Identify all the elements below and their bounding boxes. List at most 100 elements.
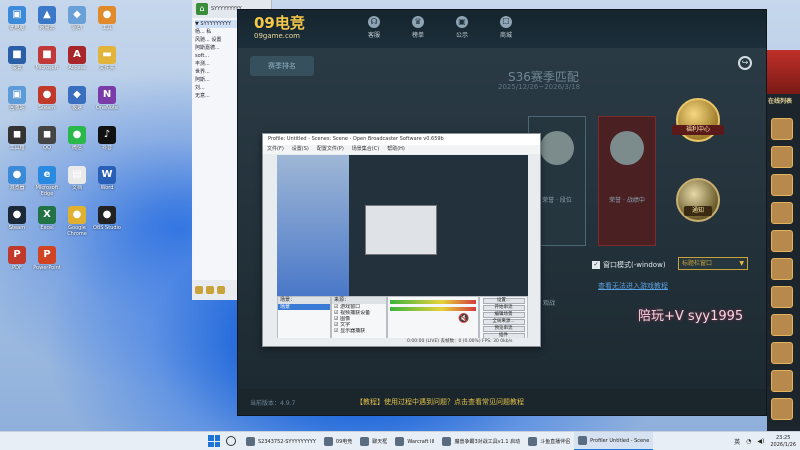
obs-scene-item[interactable]: 场景 <box>278 304 330 310</box>
windows-start-icon[interactable] <box>208 435 220 447</box>
taskbar-app[interactable]: 斗鱼直播伴侣 <box>524 432 574 450</box>
desktop-shortcut[interactable]: P PowerPoint <box>32 244 62 282</box>
online-user-avatar[interactable] <box>771 258 793 280</box>
obs-sources-panel: 来源： ☑ 游戏窗口 ☑ 视频捕获设备 ☑ 图像 ☑ 文字 ☑ 显示器捕获 <box>331 296 387 340</box>
app-icon <box>246 437 255 446</box>
app-icon: ● <box>68 126 86 144</box>
desktop-shortcut[interactable]: ◆ 极速 <box>62 84 92 122</box>
home-icon[interactable]: ⌂ <box>196 3 208 15</box>
taskbar-clock[interactable]: 23:25 2026/1/26 <box>770 435 796 449</box>
desktop-shortcut[interactable]: ▬ 文件夹 <box>92 44 122 82</box>
welfare-center-icon[interactable] <box>676 98 720 142</box>
app-icon: ◼ <box>38 126 56 144</box>
obs-menu-item[interactable]: 场景集合(C) <box>352 145 379 154</box>
desktop-shortcut[interactable]: ■ 设置 <box>2 44 32 82</box>
desktop-shortcut-label: 驱动 <box>71 25 82 31</box>
obs-button[interactable]: 开始串流 <box>482 305 525 311</box>
obs-source-item[interactable]: ☑ 显示器捕获 <box>332 328 386 334</box>
obs-menu-item[interactable]: 文件(F) <box>267 145 284 154</box>
desktop-shortcut[interactable]: A Access <box>62 44 92 82</box>
desktop-shortcut[interactable]: ◆ 驱动 <box>62 4 92 42</box>
desktop-shortcut[interactable]: W Word <box>92 164 122 202</box>
desktop-shortcut[interactable]: ● 工具 <box>92 4 122 42</box>
source-checkbox[interactable]: ☑ <box>334 328 338 334</box>
nav-notice[interactable]: ▣ 公示 <box>446 14 478 39</box>
window-style-select[interactable]: 标题栏窗口 ▼ <box>678 257 748 270</box>
obs-button[interactable]: 设置... <box>482 298 525 304</box>
desktop-shortcut[interactable]: P PDF <box>2 244 32 282</box>
welfare-center-label[interactable]: 福利中心 <box>672 125 724 135</box>
online-user-avatar[interactable] <box>771 146 793 168</box>
obs-button[interactable]: 编辑场景 <box>482 312 525 318</box>
taskbar-app[interactable]: S2343752-SYYYYYYYYY <box>242 432 320 450</box>
search-icon[interactable] <box>226 436 236 446</box>
taskbar-app[interactable]: Profiler Untitled - Scene <box>574 432 654 450</box>
desktop-shortcut[interactable]: ▣ 回收站 <box>2 84 32 122</box>
desktop-shortcut[interactable]: ● Steam <box>32 84 62 122</box>
desktop-shortcut[interactable]: ● OBS Studio <box>92 204 122 242</box>
nav-trophy[interactable]: ♛ 榜单 <box>402 14 434 39</box>
desktop-shortcut-label: Google Chrome <box>67 225 87 237</box>
app-icon: ◆ <box>68 86 86 104</box>
obs-button[interactable]: 预览串流 <box>482 326 525 332</box>
obs-button[interactable]: 全局来源... <box>482 319 525 325</box>
obs-menu-item[interactable]: 帮助(H) <box>387 145 405 154</box>
desktop-shortcut[interactable]: N OneNote <box>92 84 122 122</box>
obs-menu-item[interactable]: 配置文件(P) <box>317 145 344 154</box>
taskbar-app[interactable]: 聊天框 <box>356 432 391 450</box>
desktop-shortcut[interactable]: X Excel <box>32 204 62 242</box>
tab-watch[interactable]: 观战 <box>543 298 555 307</box>
window-mode-checkbox[interactable]: ✓ <box>592 261 600 269</box>
desktop-shortcut[interactable]: ■ Microsoft <box>32 44 62 82</box>
desktop-shortcut[interactable]: ● 浏览器 <box>2 164 32 202</box>
rank-card-2[interactable]: 荣誉 · 战绩中 <box>598 116 656 246</box>
desktop-shortcut[interactable]: ▲ 网易云 <box>32 4 62 42</box>
app-icon <box>360 437 370 446</box>
app-icon: ◼ <box>8 126 26 144</box>
online-user-avatar[interactable] <box>771 286 793 308</box>
online-user-avatar[interactable] <box>771 314 793 336</box>
desktop-shortcut[interactable]: ● Google Chrome <box>62 204 92 242</box>
online-user-avatar[interactable] <box>771 118 793 140</box>
obs-window[interactable]: Profile: Untitled - Scenes: Scene - Open… <box>262 133 541 347</box>
wifi-icon[interactable]: ◔ <box>746 438 751 445</box>
desktop-shortcut-label: 文档 <box>71 185 82 191</box>
nav-cart[interactable]: ☐ 商城 <box>490 14 522 39</box>
exit-icon[interactable]: ↪ <box>738 56 752 70</box>
desktop-shortcut[interactable]: ♪ 抖音 <box>92 124 122 162</box>
nav-label: 公示 <box>455 32 468 39</box>
online-user-avatar[interactable] <box>771 174 793 196</box>
app-icon: ▣ <box>8 86 26 104</box>
obs-menu-item[interactable]: 设置(S) <box>292 145 309 154</box>
taskbar-app[interactable]: 09电竞 <box>320 432 356 450</box>
tutorial-banner[interactable]: 【教程】使用过程中遇到问题？点击查看常见问题教程 <box>356 397 524 407</box>
tutorial-link[interactable]: 查看无法进入游戏教程 <box>598 281 668 291</box>
notice-label[interactable]: 通知 <box>684 206 712 216</box>
desktop-shortcut[interactable]: ● 微信 <box>62 124 92 162</box>
desktop-shortcut-label: 极速 <box>71 105 82 111</box>
desktop-shortcut[interactable]: ● Steam <box>2 204 32 242</box>
desktop-shortcut[interactable]: ▤ 文档 <box>62 164 92 202</box>
desktop-shortcut[interactable]: ▣ 此电脑 <box>2 4 32 42</box>
folder-icon[interactable] <box>206 286 214 294</box>
desktop-shortcut[interactable]: e Microsoft Edge <box>32 164 62 202</box>
taskbar-app[interactable]: Warcraft III <box>391 432 438 450</box>
volume-icon[interactable]: ◀) <box>757 438 764 445</box>
notice-icon: ▣ <box>456 16 468 28</box>
taskbar-app[interactable]: 魔兽争霸3对战工具v1.1 启动 <box>438 432 524 450</box>
desktop-shortcut-label: 工具 <box>101 25 112 31</box>
season-badge[interactable]: 赛季排名 <box>250 56 314 76</box>
mic-icon[interactable] <box>217 286 225 294</box>
volume-muted-icon[interactable]: 🔇 <box>388 314 478 324</box>
desktop-shortcut[interactable]: ◼ 工具箱 <box>2 124 32 162</box>
online-user-avatar[interactable] <box>771 398 793 420</box>
nav-headset[interactable]: ☊ 客服 <box>358 14 390 39</box>
online-user-avatar[interactable] <box>771 342 793 364</box>
language-indicator[interactable]: 英 <box>734 437 740 446</box>
online-user-avatar[interactable] <box>771 202 793 224</box>
window-mode-toggle[interactable]: ✓ 窗口模式(-window) <box>592 260 666 270</box>
desktop-shortcut[interactable]: ◼ QQ <box>32 124 62 162</box>
online-user-avatar[interactable] <box>771 230 793 252</box>
online-user-avatar[interactable] <box>771 370 793 392</box>
emoji-icon[interactable] <box>195 286 203 294</box>
